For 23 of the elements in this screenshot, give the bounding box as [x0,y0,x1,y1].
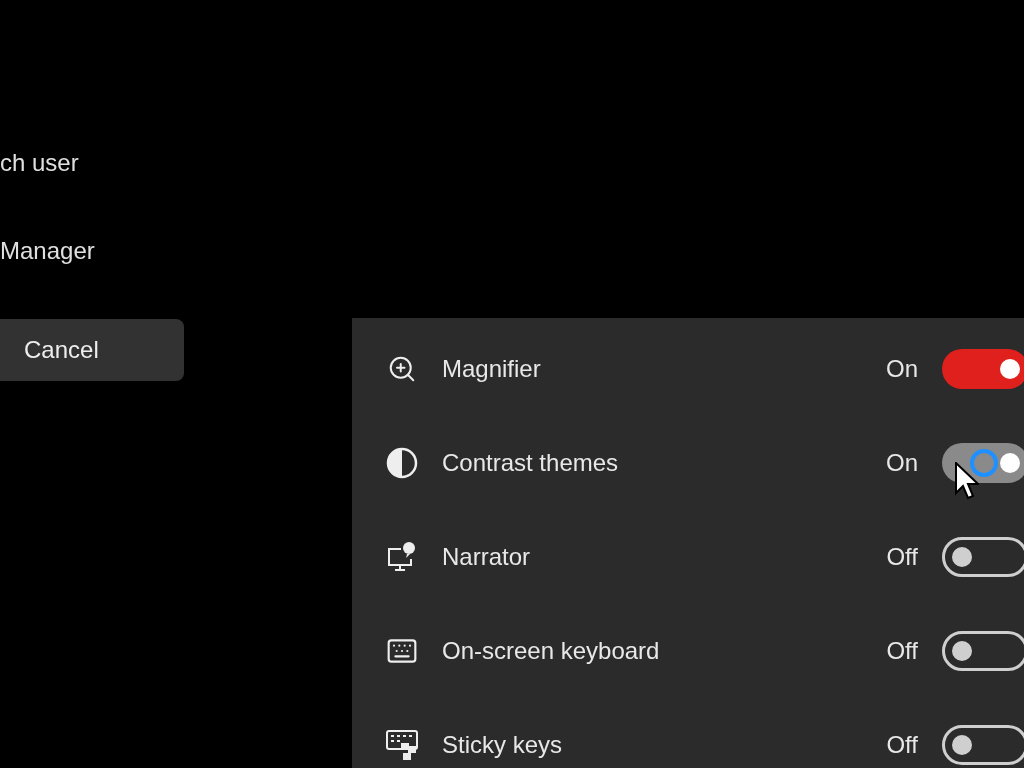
monitor-speech-icon [387,541,417,573]
setting-label: Narrator [442,543,532,571]
toggle-switch[interactable] [942,631,1024,671]
keyboard-keys-icon [386,729,418,761]
menu-option[interactable]: ch user [0,146,79,180]
setting-status: Off [886,637,918,665]
setting-label: Sticky keys [442,731,564,759]
setting-label: Contrast themes [442,449,620,477]
setting-status: Off [886,731,918,759]
toggle-switch[interactable] [942,349,1024,389]
setting-label: Magnifier [442,355,542,383]
toggle-switch[interactable] [942,725,1024,765]
setting-status: On [886,449,918,477]
mouse-cursor-icon [955,462,979,500]
half-circle-icon [386,447,418,479]
cancel-button[interactable]: Cancel [0,319,184,381]
setting-label: On-screen keyboard [442,637,661,665]
setting-status: Off [886,543,918,571]
setting-status: On [886,355,918,383]
zoom-in-icon [387,354,417,384]
toggle-switch[interactable] [942,537,1024,577]
toggle-switch[interactable] [942,443,1024,483]
menu-option[interactable]: Manager [0,234,95,268]
